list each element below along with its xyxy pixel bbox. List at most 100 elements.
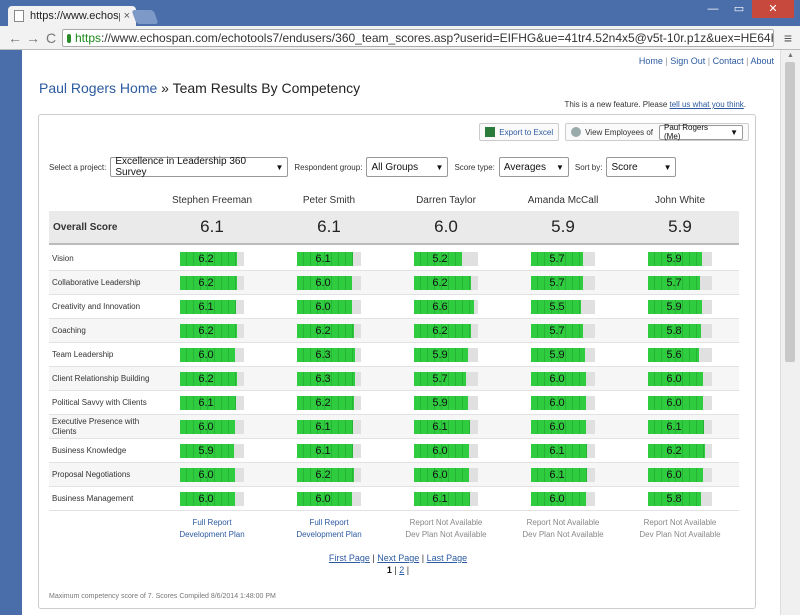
separator: | [705,56,713,66]
export-excel-button[interactable]: Export to Excel [479,123,560,141]
employee-report-links: Report Not Available Dev Plan Not Availab… [386,517,506,541]
user-home-link[interactable]: Paul Rogers Home [39,80,157,96]
score-value: 6.0 [666,373,682,385]
overall-score-value: 5.9 [551,217,575,236]
first-page-link[interactable]: First Page [329,553,370,563]
score-value: 6.2 [315,469,331,481]
competency-name: Business Knowledge [52,446,127,455]
home-link[interactable]: Home [639,56,663,66]
browser-tab[interactable]: https://www.echospan.co × [8,6,136,26]
scrollbar-thumb[interactable] [785,62,795,362]
score-bar: 6.0 [648,468,712,482]
lock-icon [67,33,71,43]
contact-link[interactable]: Contact [713,56,744,66]
development-plan-link[interactable]: Development Plan [269,529,389,541]
page-scrollbar[interactable]: ▲ [780,50,800,615]
score-value: 6.2 [198,277,214,289]
score-bar: 6.1 [648,420,712,434]
browser-tab-strip: https://www.echospan.co × — ▭ ✕ [0,0,800,26]
score-type-select[interactable]: Averages ▼ [498,157,569,177]
employee-name-header: John White [654,195,706,206]
maximize-icon[interactable]: ▭ [726,0,752,18]
full-report-link[interactable]: Full Report [269,517,389,529]
url-scheme: https [75,31,102,45]
minimize-icon[interactable]: — [700,0,726,18]
competency-row: Business Knowledge 5.9 6.1 6.0 6.1 6.2 [49,439,739,463]
score-value: 6.1 [549,469,565,481]
view-employees-value: Paul Rogers (Me) [664,123,709,141]
chevron-down-icon: ▼ [730,127,738,137]
overall-score-value: 6.1 [317,217,341,236]
sign-out-link[interactable]: Sign Out [670,56,705,66]
top-nav-links: Home | Sign Out | Contact | About [639,56,774,66]
score-bar: 6.0 [531,396,595,410]
report-unavailable-text: Report Not Available [643,518,717,527]
score-bar: 6.0 [180,348,244,362]
export-label: Export to Excel [499,127,554,137]
score-value: 6.2 [666,445,682,457]
window-controls: — ▭ ✕ [700,0,794,18]
scroll-up-icon[interactable]: ▲ [787,52,794,59]
score-value: 6.6 [432,301,448,313]
competency-name: Proposal Negotiations [52,470,131,479]
score-bar: 6.0 [297,276,361,290]
project-label: Select a project: [49,162,107,172]
score-bar: 5.8 [648,324,712,338]
score-bar: 6.2 [414,276,478,290]
dev-plan-unavailable-text: Dev Plan Not Available [522,530,604,539]
close-window-icon[interactable]: ✕ [752,0,794,18]
project-select[interactable]: Excellence in Leadership 360 Survey ▼ [110,156,289,178]
last-page-link[interactable]: Last Page [427,553,468,563]
chrome-menu-icon[interactable]: ≡ [784,30,792,46]
reload-icon[interactable]: C [42,30,60,46]
score-value: 6.0 [432,445,448,457]
overall-score-row: Overall Score 6.1 6.1 6.0 5.9 5.9 [49,211,739,245]
respondent-value: All Groups [371,161,419,173]
page-content: Home | Sign Out | Contact | About Paul R… [22,50,780,615]
employee-name-header: Stephen Freeman [171,195,253,206]
competency-row: Team Leadership 6.0 6.3 5.9 5.9 5.6 [49,343,739,367]
back-icon[interactable]: ← [6,30,24,46]
score-bar: 6.2 [414,324,478,338]
score-value: 6.3 [315,373,331,385]
forward-icon[interactable]: → [24,30,42,46]
score-bar: 6.2 [297,468,361,482]
score-value: 5.9 [198,445,214,457]
employee-report-links: Report Not Available Dev Plan Not Availab… [503,517,623,541]
view-employees-select[interactable]: Paul Rogers (Me) ▼ [659,123,743,141]
development-plan-link[interactable]: Development Plan [152,529,272,541]
employees-icon [571,127,582,137]
score-value: 5.7 [666,277,682,289]
score-bar: 6.0 [531,372,595,386]
competency-row: Executive Presence with Clients 6.0 6.1 6.1… [49,415,739,439]
excel-icon [485,127,496,137]
employee-report-links: Full Report Development Plan [152,517,272,541]
score-value: 6.0 [315,493,331,505]
new-tab-button[interactable] [131,10,159,24]
overall-score-value: 5.9 [668,217,692,236]
score-bar: 5.9 [414,396,478,410]
sort-select[interactable]: Score ▼ [606,157,677,177]
full-report-link[interactable]: Full Report [152,517,272,529]
close-tab-icon[interactable]: × [124,10,130,22]
score-bar: 6.3 [297,348,361,362]
score-value: 5.6 [666,349,682,361]
about-link[interactable]: About [750,56,774,66]
overall-score-value: 6.0 [434,217,458,236]
chevron-down-icon: ▼ [275,162,284,172]
respondent-select[interactable]: All Groups ▼ [366,157,449,177]
feedback-link[interactable]: tell us what you think [670,100,744,109]
score-value: 6.0 [198,469,214,481]
competency-rows: Vision 6.2 6.1 5.2 5.7 5.9 Collaborative Leade… [49,247,739,511]
score-bar: 6.1 [297,444,361,458]
score-value: 6.2 [432,325,448,337]
score-bar: 6.1 [531,444,595,458]
action-buttons: Export to Excel View Employees of Paul R… [479,123,749,141]
page-numbers: 1 | 2 | [39,565,757,575]
next-page-link[interactable]: Next Page [377,553,419,563]
address-bar[interactable]: https ://www.echospan.com/echotools7/end… [62,29,774,47]
score-bar: 6.2 [180,372,244,386]
score-bar: 5.7 [648,276,712,290]
score-bar: 6.0 [414,468,478,482]
score-value: 6.0 [198,493,214,505]
